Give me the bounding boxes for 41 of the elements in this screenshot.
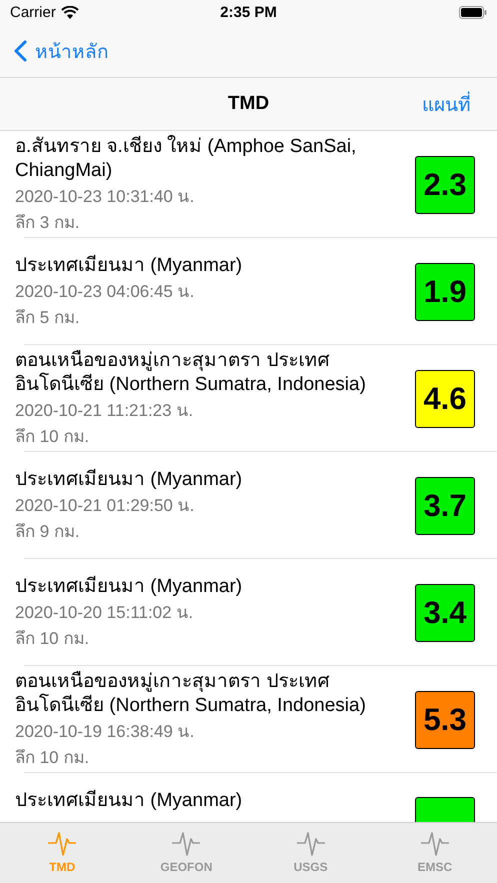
location-title: ประเทศเมียนมา (Myanmar) (15, 254, 242, 278)
wifi-icon (60, 6, 79, 19)
screen-title: TMD (228, 93, 270, 115)
seismograph-icon (172, 831, 200, 857)
location-title: ประเทศเมียนมา (Myanmar) (15, 574, 242, 598)
quake-depth: ลึก 5 กม. (15, 306, 80, 328)
back-chevron-icon (14, 40, 27, 62)
location-title: ประเทศเมียนมา (Myanmar) (15, 789, 242, 813)
magnitude-badge: 5.3 (415, 690, 475, 748)
carrier-label: Carrier (10, 4, 56, 21)
tab[interactable]: EMSC (372, 823, 497, 883)
quake-depth: ลึก 10 กม. (15, 746, 90, 768)
quake-time: 2020-10-20 15:11:02 น. (15, 602, 194, 624)
quake-depth: ลึก 10 กม. (15, 426, 90, 448)
quake-depth: ลึก 10 กม. (15, 628, 90, 650)
location-title: ประเทศเมียนมา (Myanmar) (15, 468, 242, 492)
seismograph-icon (296, 831, 325, 857)
seismograph-icon (420, 831, 449, 857)
back-button[interactable]: หน้าหลัก (14, 36, 109, 66)
quake-time: 2020-10-23 04:06:45 น. (15, 280, 194, 302)
map-button[interactable]: แผนที่ (422, 78, 471, 130)
location-title: ตอนเหนือของหมู่เกาะสุมาตรา ประเทศอินโดนีเซีย (Northern Sumatra, Indonesia) (15, 348, 367, 396)
magnitude-badge: 1.9 (415, 262, 475, 320)
location-title: ตอนเหนือของหมู่เกาะสุมาตรา ประเทศอินโดนีเซีย (Northern Sumatra, Indonesia) (15, 670, 367, 718)
tab[interactable]: GEOFON (124, 823, 248, 883)
tab[interactable]: USGS (248, 823, 373, 883)
quake-time: 2020-10-19 16:38:49 น. (15, 720, 194, 742)
seismograph-icon (48, 831, 76, 857)
quake-time: 2020-10-21 11:21:23 น. (15, 400, 194, 422)
battery-icon (459, 6, 487, 19)
quake-depth: ลึก 3 กม. (15, 212, 80, 234)
magnitude-badge: 2.3 (415, 156, 475, 214)
location-title: อ.สันทราย จ.เชียง ใหม่ (Amphoe SanSai, ChiangMai) (15, 134, 358, 182)
magnitude-badge: 4.6 (415, 370, 475, 428)
quake-depth: ลึก 9 กม. (15, 520, 80, 542)
magnitude-badge: 3.7 (415, 476, 475, 534)
quake-time: 2020-10-23 10:31:40 น. (15, 186, 194, 208)
clock: 2:35 PM (220, 4, 277, 21)
quake-time: 2020-10-21 01:29:50 น. (15, 494, 194, 516)
magnitude-badge: 3.4 (415, 584, 475, 642)
tab[interactable]: TMD (0, 823, 124, 883)
